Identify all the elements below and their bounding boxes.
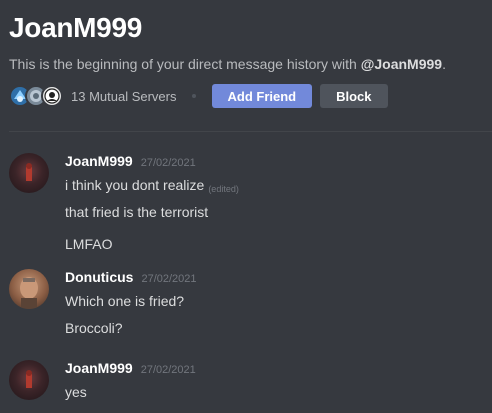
message-line: that fried is the terrorist bbox=[65, 202, 484, 234]
dm-intro-text: This is the beginning of your direct mes… bbox=[9, 55, 484, 73]
message-group: Donuticus 27/02/2021 Which one is fried?… bbox=[9, 269, 484, 350]
message-author[interactable]: JoanM999 bbox=[65, 360, 133, 376]
page-title: JoanM999 bbox=[9, 12, 142, 43]
add-friend-button[interactable]: Add Friend bbox=[211, 84, 313, 108]
server-icon[interactable] bbox=[41, 85, 63, 107]
message-line: LMFAO bbox=[65, 234, 484, 266]
user-mention: @JoanM999 bbox=[360, 56, 443, 72]
message-timestamp: 27/02/2021 bbox=[141, 273, 197, 285]
message-line: Broccoli? bbox=[65, 318, 484, 350]
divider bbox=[9, 131, 492, 132]
message-text: that fried is the terrorist bbox=[65, 204, 209, 220]
avatar[interactable] bbox=[9, 360, 49, 400]
dm-intro-suffix: . bbox=[442, 56, 446, 72]
avatar[interactable] bbox=[9, 153, 49, 193]
message-author[interactable]: Donuticus bbox=[65, 269, 133, 285]
message-line: i think you dont realize (edited) bbox=[65, 175, 484, 202]
message-timestamp: 27/02/2021 bbox=[140, 157, 196, 169]
message-line: yes bbox=[65, 382, 484, 409]
avatar[interactable] bbox=[9, 269, 49, 309]
separator-dot bbox=[191, 94, 196, 98]
profile-actions-row: 13 Mutual Servers Add Friend Block bbox=[9, 83, 484, 109]
message-text: Which one is fried? bbox=[65, 293, 185, 309]
block-button[interactable]: Block bbox=[320, 84, 388, 108]
message-group: JoanM999 27/02/2021 yes bbox=[9, 360, 484, 409]
dm-header: JoanM999 This is the beginning of your d… bbox=[9, 10, 484, 109]
message-text: i think you dont realize bbox=[65, 177, 205, 193]
mutual-servers-link[interactable]: 13 Mutual Servers bbox=[71, 89, 177, 104]
message-text: Broccoli? bbox=[65, 320, 123, 336]
message-text: LMFAO bbox=[65, 236, 113, 252]
message-group: JoanM999 27/02/2021 i think you dont rea… bbox=[9, 153, 484, 266]
dm-intro-prefix: This is the beginning of your direct mes… bbox=[9, 56, 361, 72]
message-author[interactable]: JoanM999 bbox=[65, 153, 133, 169]
message-line: Which one is fried? bbox=[65, 291, 484, 318]
edited-label: (edited) bbox=[208, 184, 239, 194]
message-text: yes bbox=[65, 384, 87, 400]
mutual-servers-icons[interactable] bbox=[9, 85, 63, 107]
message-timestamp: 27/02/2021 bbox=[140, 364, 196, 376]
